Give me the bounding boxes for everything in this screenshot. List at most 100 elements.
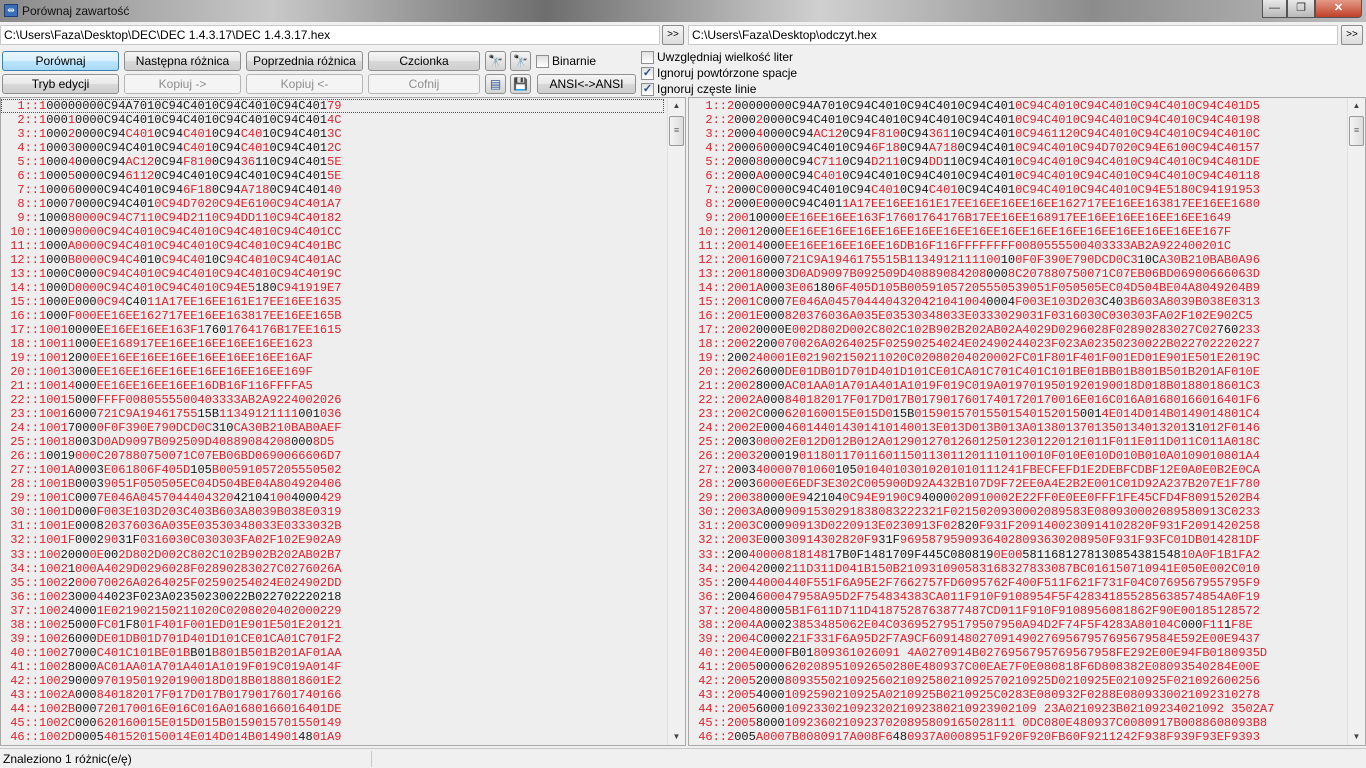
diff-line[interactable]: 37::100240001E021902150211020C0208020402…	[1, 604, 664, 618]
undo-button[interactable]: Cofnij	[368, 74, 480, 94]
left-scrollbar[interactable]: ▲ ≡ ▼	[667, 98, 685, 745]
diff-line[interactable]: 2::200020000C94C4010C94C4010C94C4010C94C…	[689, 113, 1274, 127]
binary-checkbox-box[interactable]	[536, 54, 549, 68]
diff-line[interactable]: 12::1000B0000C94C4010C94C4010C94C4010C94…	[1, 253, 664, 267]
diff-line[interactable]: 23::2002C000620160015E015D015B0159015701…	[689, 407, 1274, 421]
restore-button[interactable]: ❐	[1287, 0, 1315, 18]
diff-line[interactable]: 17::20020000E002D802D002C802C102B902B202…	[689, 323, 1274, 337]
ignore-frequent-lines-checkbox[interactable]: ✓ Ignoruj częste linie	[641, 82, 756, 96]
diff-line[interactable]: 38::2004A00023853485062E04C0369527951795…	[689, 618, 1274, 632]
ignore-spaces-checkbox-box[interactable]: ✓	[641, 66, 654, 80]
diff-line[interactable]: 22::2002A000840182017F017D017B0179017601…	[689, 393, 1274, 407]
right-scrollbar[interactable]: ▲ ≡ ▼	[1347, 98, 1365, 745]
diff-line[interactable]: 34::10021000A4029D0296028F02890283027C02…	[1, 562, 664, 576]
diff-line[interactable]: 33::2004000081814817B0F1481709F445C08081…	[689, 548, 1274, 562]
diff-line[interactable]: 32::2003E00030914302820F931F969587959093…	[689, 533, 1274, 547]
find-next-binoculars-icon[interactable]: 🔭	[510, 51, 531, 71]
diff-line[interactable]: 4::200060000C94C4010C946F180C94A7180C94C…	[689, 141, 1274, 155]
diff-line[interactable]: 35::20044000440F551F6A95E2F7662757FD6095…	[689, 576, 1274, 590]
left-file-path-input[interactable]: C:\Users\Faza\Desktop\DEC\DEC 1.4.3.17\D…	[0, 25, 660, 45]
diff-line[interactable]: 20::10013000EE16EE16EE16EE16EE16EE16EE16…	[1, 365, 664, 379]
diff-line[interactable]: 41::10028000AC01AA01A701A401A1019F019C01…	[1, 660, 664, 674]
diff-line[interactable]: 41::20050000620208951092650280E480937C00…	[689, 660, 1274, 674]
diff-line[interactable]: 23::10016000721C9A1946175515B11349121111…	[1, 407, 664, 421]
diff-line[interactable]: 31::2003C00090913D0220913E0230913F02820F…	[689, 519, 1274, 533]
copy-left-button[interactable]: Kopiuj <-	[246, 74, 363, 94]
scroll-down-arrow-icon[interactable]: ▼	[1348, 729, 1365, 745]
diff-line[interactable]: 13::1000C0000C94C4010C94C4010C94C4010C94…	[1, 267, 664, 281]
case-sensitive-checkbox-box[interactable]	[641, 50, 654, 64]
diff-line[interactable]: 24::2002E000460144014301410140013E013D01…	[689, 421, 1274, 435]
right-file-path-input[interactable]: C:\Users\Faza\Desktop\odczyt.hex	[688, 25, 1338, 45]
close-button[interactable]: ✕	[1315, 0, 1362, 18]
diff-line[interactable]: 30::1001D000F003E103D203C403B603A8039B03…	[1, 505, 664, 519]
left-browse-button[interactable]: >>	[662, 25, 684, 45]
diff-line[interactable]: 30::2003A0009091530291838083222321F02150…	[689, 505, 1274, 519]
diff-line[interactable]: 2::100010000C94C4010C94C4010C94C4010C94C…	[1, 113, 664, 127]
diff-line[interactable]: 6::100050000C9461120C94C4010C94C4010C94C…	[1, 169, 664, 183]
left-file-panel[interactable]: 1::100000000C94A7010C94C4010C94C4010C94C…	[0, 97, 686, 746]
diff-line[interactable]: 19::200240001E021902150211020C0208020402…	[689, 351, 1274, 365]
diff-line[interactable]: 3::200040000C94AC120C94F8100C9436110C94C…	[689, 127, 1274, 141]
diff-line[interactable]: 28::1001B00039051F050505EC04D504BE04A804…	[1, 477, 664, 491]
ignore-spaces-checkbox[interactable]: ✓ Ignoruj powtórzone spacje	[641, 66, 797, 80]
ansi-convert-button[interactable]: ANSI<->ANSI	[537, 74, 636, 94]
diff-line[interactable]: 8::2000E0000C94C4011A17EE16EE161E17EE16E…	[689, 197, 1274, 211]
diff-line[interactable]: 16::2001E000820376036A035E03530348033E03…	[689, 309, 1274, 323]
case-sensitive-checkbox[interactable]: Uwzględniaj wielkość liter	[641, 50, 793, 64]
diff-line[interactable]: 7::2000C0000C94C4010C94C4010C94C4010C94C…	[689, 183, 1274, 197]
diff-line[interactable]: 35::1002200070026A0264025F02590254024E02…	[1, 576, 664, 590]
diff-line[interactable]: 38::10025000FC01F801F401F001ED01E901E501…	[1, 618, 664, 632]
diff-line[interactable]: 36::2004600047958A95D2F754834383CA011F91…	[689, 590, 1274, 604]
diff-line[interactable]: 1::200000000C94A7010C94C4010C94C4010C94C…	[689, 99, 1274, 113]
diff-line[interactable]: 10::20012000EE16EE16EE16EE16EE16EE16EE16…	[689, 225, 1274, 239]
diff-line[interactable]: 26::10019000C207880750071C07EB06BD069006…	[1, 449, 664, 463]
diff-line[interactable]: 9::20010000EE16EE16EE163F17601764176B17E…	[689, 211, 1274, 225]
diff-line[interactable]: 45::200580001092360210923702089580916502…	[689, 716, 1274, 730]
next-difference-button[interactable]: Następna różnica	[124, 51, 241, 71]
scroll-thumb[interactable]: ≡	[1349, 116, 1364, 146]
diff-line[interactable]: 43::1002A000840182017F017D017B0179017601…	[1, 688, 664, 702]
scroll-thumb[interactable]: ≡	[669, 116, 684, 146]
diff-line[interactable]: 12::20016000721C9A1946175515B11349121111…	[689, 253, 1274, 267]
diff-line[interactable]: 14::1000D0000C94C4010C94C4010C94E5180C94…	[1, 281, 664, 295]
diff-line[interactable]: 44::1002B000720170016E016C016A0168016601…	[1, 702, 664, 716]
diff-line[interactable]: 32::1001F00029031F0316030C030303FA02F102…	[1, 533, 664, 547]
diff-line[interactable]: 39::10026000DE01DB01D701D401D101CE01CA01…	[1, 632, 664, 646]
diff-line[interactable]: 11::20014000EE16EE16EE16EE16DB16F116FFFF…	[689, 239, 1274, 253]
scroll-up-arrow-icon[interactable]: ▲	[1348, 98, 1365, 114]
diff-line[interactable]: 17::10010000EE16EE16EE163F17601764176B17…	[1, 323, 664, 337]
font-button[interactable]: Czcionka	[368, 51, 480, 71]
binary-checkbox[interactable]: Binarnie	[536, 54, 596, 68]
diff-line[interactable]: 19::10012000EE16EE16EE16EE16EE16EE16EE16…	[1, 351, 664, 365]
diff-line[interactable]: 13::200180003D0AD9097B092509D40889084208…	[689, 267, 1274, 281]
diff-line[interactable]: 45::1002C000620160015E015D015B0159015701…	[1, 716, 664, 730]
minimize-button[interactable]: —	[1262, 0, 1287, 18]
diff-line[interactable]: 29::200380000E9421040C94E9190C9400002091…	[689, 491, 1274, 505]
diff-line[interactable]: 27::1001A0003E061806F405D105B00591057205…	[1, 463, 664, 477]
find-binoculars-icon[interactable]: 🔭	[485, 51, 506, 71]
diff-line[interactable]: 43::200540001092590210925A0210925B021092…	[689, 688, 1274, 702]
diff-line[interactable]: 25::10018003D0AD9097B092509D408890842080…	[1, 435, 664, 449]
compare-button[interactable]: Porównaj	[2, 51, 119, 71]
diff-line[interactable]: 10::100090000C94C4010C94C4010C94C4010C94…	[1, 225, 664, 239]
diff-line[interactable]: 11::1000A0000C94C4010C94C4010C94C4010C94…	[1, 239, 664, 253]
diff-line[interactable]: 20::20026000DE01DB01D701D401D101CE01CA01…	[689, 365, 1274, 379]
diff-line[interactable]: 8::100070000C94C4010C94D7020C94E6100C94C…	[1, 197, 664, 211]
diff-line[interactable]: 29::1001C0007E046A0457044404320421041004…	[1, 491, 664, 505]
window-layout-icon[interactable]: ▤	[485, 74, 506, 94]
diff-line[interactable]: 36::1002300044023F023A02350230022B022702…	[1, 590, 664, 604]
diff-line[interactable]: 39::2004C000221F331F6A95D2F7A9CF60914802…	[689, 632, 1274, 646]
diff-line[interactable]: 5::200080000C94C7110C94D2110C94DD110C94C…	[689, 155, 1274, 169]
edit-mode-button[interactable]: Tryb edycji	[2, 74, 119, 94]
diff-line[interactable]: 33::10020000E002D802D002C802C102B902B202…	[1, 548, 664, 562]
save-disk-icon[interactable]: 💾	[510, 74, 531, 94]
diff-line[interactable]: 42::1002900097019501920190018D018B018801…	[1, 674, 664, 688]
diff-line[interactable]: 40::10027000C401C101BE01BB01B801B501B201…	[1, 646, 664, 660]
diff-line[interactable]: 4::100030000C94C4010C94C4010C94C4010C94C…	[1, 141, 664, 155]
previous-difference-button[interactable]: Poprzednia różnica	[246, 51, 363, 71]
diff-line[interactable]: 9::100080000C94C7110C94D2110C94DD110C94C…	[1, 211, 664, 225]
diff-line[interactable]: 40::2004E000FB01809361026091 4A0270914B0…	[689, 646, 1274, 660]
diff-line[interactable]: 46::1002D0005401520150014E014D014B014901…	[1, 730, 664, 744]
diff-line[interactable]: 15::1000E0000C94C4011A17EE16EE161E17EE16…	[1, 295, 664, 309]
